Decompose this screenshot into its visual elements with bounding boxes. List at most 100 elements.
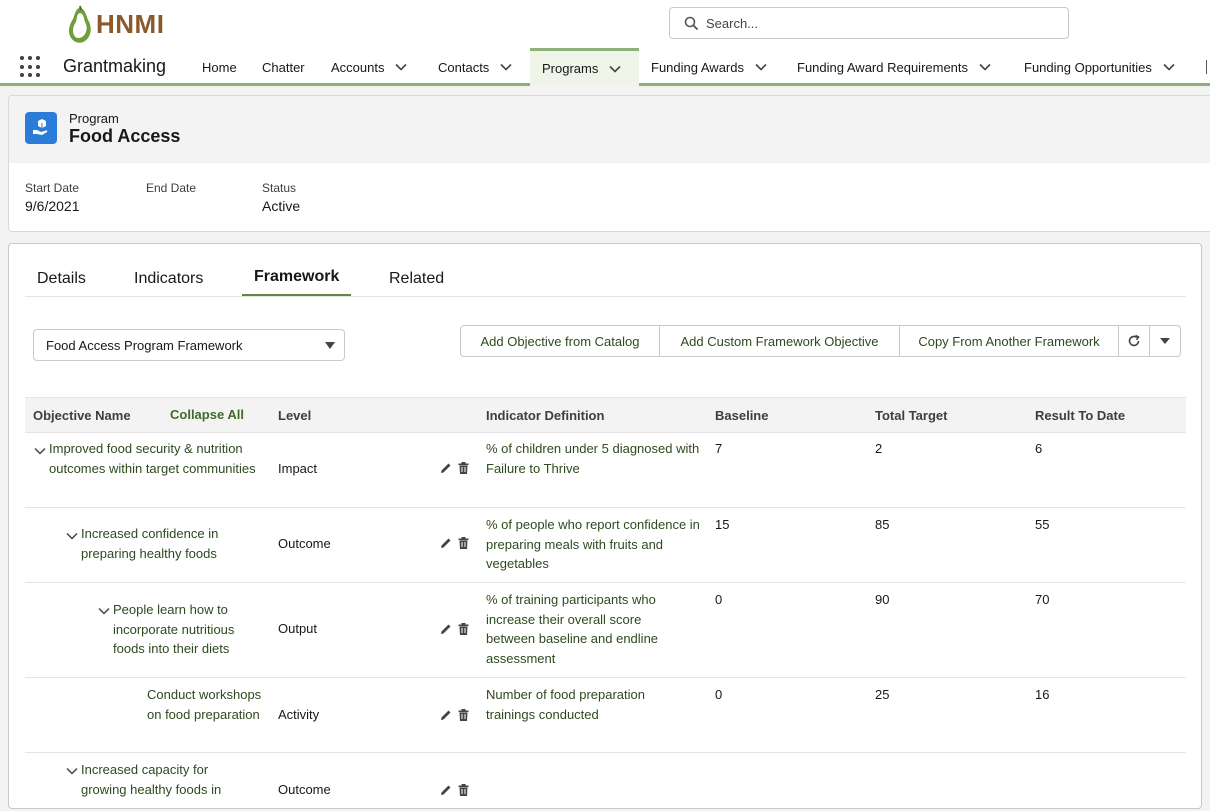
nav-item-contacts[interactable]: Contacts [426,48,525,86]
nav-overflow-edge [1206,60,1207,74]
objective-name[interactable]: Increased capacity for growing healthy f… [81,760,241,799]
delete-icon[interactable] [458,623,469,635]
tab-framework[interactable]: Framework [242,260,352,297]
result-to-date-value: 16 [1035,687,1050,702]
search-input[interactable] [706,15,1046,31]
row-actions [440,462,469,474]
more-actions-button[interactable] [1149,325,1181,357]
total-target-value: 85 [875,517,890,532]
global-header: HNMI [0,0,1210,48]
chevron-down-icon[interactable] [66,765,78,777]
objective-level: Impact [278,461,318,476]
baseline-value: 0 [715,687,723,702]
total-target-value: 90 [875,592,890,607]
nav-item-home[interactable]: Home [190,48,249,86]
refresh-button[interactable] [1118,325,1150,357]
app-name: Grantmaking [63,56,167,76]
objective-level: Outcome [278,536,331,551]
baseline-value: 0 [715,592,723,607]
framework-select[interactable]: Food Access Program Framework [33,329,345,361]
framework-select-value: Food Access Program Framework [46,337,243,353]
nav-item-label: Chatter [262,59,305,75]
copy-framework-button[interactable]: Copy From Another Framework [899,325,1119,357]
nav-item-label: Accounts [331,59,385,75]
end-date-label: End Date [146,181,197,195]
tabs-divider [25,296,1186,297]
indicator-definition[interactable]: % of people who report confidence in pre… [486,515,708,574]
tab-label: Related [389,269,445,287]
hand-box-icon [33,119,48,135]
delete-icon[interactable] [458,784,469,796]
indicator-definition[interactable]: Number of food preparation trainings con… [486,685,681,724]
framework-actions: Add Objective from Catalog Add Custom Fr… [460,325,1181,357]
global-search[interactable] [669,7,1069,39]
nav-item-funding-award-requirements[interactable]: Funding Award Requirements [785,48,1004,86]
table-row: Increased confidence in preparing health… [25,508,1186,583]
row-actions [440,623,469,635]
objective-level: Activity [278,707,320,722]
nav-item-label: Contacts [438,59,490,75]
app-launcher-icon[interactable] [20,56,42,78]
chevron-down-icon[interactable] [394,60,408,74]
start-date-value: 9/6/2021 [25,198,80,214]
chevron-down-icon[interactable] [608,62,622,76]
add-custom-objective-button[interactable]: Add Custom Framework Objective [659,325,900,357]
row-actions [440,784,469,796]
chevron-down-icon[interactable] [34,445,46,457]
objective-level: Outcome [278,782,331,797]
edit-icon[interactable] [440,462,452,474]
nav-item-funding-awards[interactable]: Funding Awards [639,48,780,86]
nav-item-funding-opportunities[interactable]: Funding Opportunities [1012,48,1188,86]
edit-icon[interactable] [440,537,452,549]
objective-name[interactable]: Improved food security & nutrition outco… [49,439,265,478]
row-actions [440,709,469,721]
caret-down-icon [1160,338,1170,344]
caret-down-icon [325,342,335,349]
brand-logo[interactable]: HNMI [66,4,164,44]
col-objective-name: Objective Name [33,408,131,423]
nav-item-label: Funding Awards [651,59,744,75]
delete-icon[interactable] [458,462,469,474]
chevron-down-icon[interactable] [754,60,768,74]
col-baseline: Baseline [715,408,769,423]
nav-item-label: Home [202,59,237,75]
table-row: Conduct workshops on food preparation Ac… [25,678,1186,753]
edit-icon[interactable] [440,784,452,796]
tab-related[interactable]: Related [377,260,456,297]
status-value: Active [262,198,301,214]
edit-icon[interactable] [440,709,452,721]
collapse-all-link[interactable]: Collapse All [170,407,244,422]
result-to-date-value: 55 [1035,517,1050,532]
nav-item-programs[interactable]: Programs [530,48,639,86]
avocado-logo-icon [69,5,91,43]
edit-icon[interactable] [440,623,452,635]
col-level: Level [278,408,312,423]
chevron-down-icon[interactable] [1162,60,1176,74]
objective-name[interactable]: People learn how to incorporate nutritio… [113,600,253,659]
objective-name[interactable]: Increased confidence in preparing health… [81,524,251,563]
record-title: Food Access [69,126,181,146]
nav-item-label: Funding Award Requirements [797,59,969,75]
objective-name[interactable]: Conduct workshops on food preparation [147,685,272,724]
chevron-down-icon[interactable] [499,60,513,74]
table-row: Improved food security & nutrition outco… [25,433,1186,508]
col-indicator-definition: Indicator Definition [486,408,605,423]
add-objective-from-catalog-button[interactable]: Add Objective from Catalog [460,325,660,357]
nav-item-label: Programs [542,61,599,76]
chevron-down-icon[interactable] [978,60,992,74]
chevron-down-icon[interactable] [98,605,110,617]
app-nav-bar: Grantmaking Home Chatter Accounts Contac… [0,48,1210,86]
chevron-down-icon[interactable] [66,530,78,542]
tab-details[interactable]: Details [25,260,98,297]
tab-label: Framework [254,268,340,285]
tab-indicators[interactable]: Indicators [122,260,215,297]
nav-item-accounts[interactable]: Accounts [319,48,420,86]
start-date-label: Start Date [25,181,80,195]
indicator-definition[interactable]: % of training participants who increase … [486,590,686,668]
delete-icon[interactable] [458,709,469,721]
nav-item-chatter[interactable]: Chatter [250,48,317,86]
row-actions [440,537,469,549]
indicator-definition[interactable]: % of children under 5 diagnosed with Fai… [486,439,701,478]
delete-icon[interactable] [458,537,469,549]
result-to-date-value: 6 [1035,441,1043,456]
